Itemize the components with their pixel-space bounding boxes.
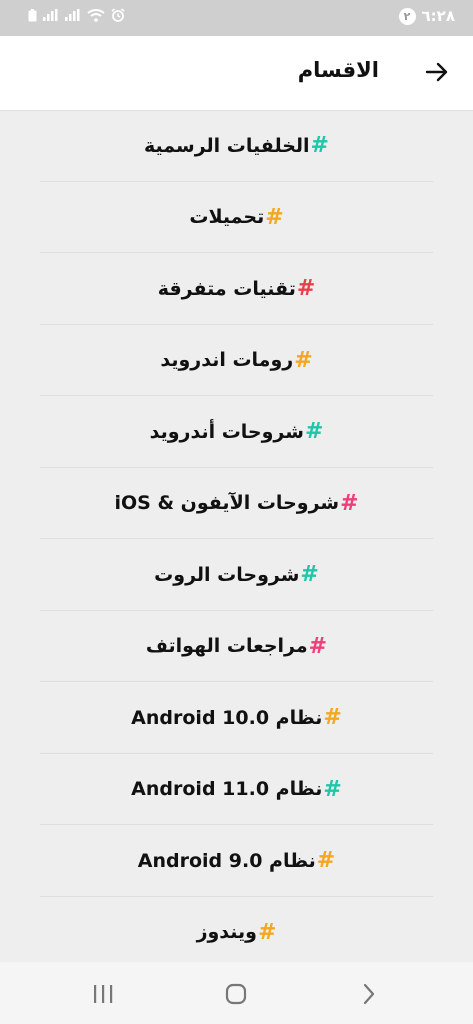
category-label: شروحات الروت <box>154 563 300 586</box>
recent-apps-icon <box>94 985 113 1003</box>
category-label: نظام Android 10.0 <box>131 706 323 729</box>
hash-icon: # <box>294 347 313 373</box>
category-label: ويندوز <box>196 921 257 944</box>
category-item[interactable]: # شروحات الروت <box>0 539 473 611</box>
back-button[interactable] <box>421 56 453 88</box>
page-title: الاقسام <box>297 58 379 82</box>
home-icon <box>225 983 247 1005</box>
category-label: تحميلات <box>189 206 265 229</box>
home-button[interactable] <box>221 980 251 1008</box>
hash-icon: # <box>340 490 359 516</box>
status-right: ٦:٢٨ ٢ <box>398 7 455 25</box>
navigation-bar <box>0 962 473 1024</box>
nav-back-button[interactable] <box>354 980 384 1008</box>
category-label: رومات اندرويد <box>160 349 294 372</box>
status-icons <box>28 8 125 22</box>
category-label: نظام Android 9.0 <box>137 849 316 872</box>
signal-icon <box>43 9 58 21</box>
category-label: شروحات الآيفون & iOS <box>114 492 340 515</box>
category-item[interactable]: # ويندوز <box>0 897 473 969</box>
category-item[interactable]: # نظام Android 11.0 <box>0 754 473 826</box>
battery-icon <box>28 8 37 21</box>
hash-icon: # <box>323 705 342 731</box>
category-list: # الخلفيات الرسمية # تحميلات # تقنيات متفرق… <box>0 110 473 968</box>
hash-icon: # <box>296 276 316 302</box>
hash-icon: # <box>300 562 319 588</box>
category-item[interactable]: # نظام Android 10.0 <box>0 682 473 754</box>
category-item[interactable]: # رومات اندرويد <box>0 325 473 397</box>
category-item[interactable]: # نظام Android 9.0 <box>0 825 473 897</box>
status-time: ٦:٢٨ <box>421 7 455 25</box>
category-item[interactable]: # تحميلات <box>0 182 473 254</box>
category-item[interactable]: # شروحات الآيفون & iOS <box>0 468 473 540</box>
wifi-icon <box>87 8 105 22</box>
category-label: شروحات أندرويد <box>149 420 304 443</box>
hash-icon: # <box>316 848 336 874</box>
hash-icon: # <box>258 919 277 945</box>
recent-apps-button[interactable] <box>88 980 118 1008</box>
category-label: مراجعات الهواتف <box>145 635 308 658</box>
chevron-right-icon <box>363 983 375 1005</box>
alarm-icon <box>111 8 125 22</box>
category-label: الخلفيات الرسمية <box>144 134 310 157</box>
hash-icon: # <box>308 633 328 659</box>
signal-icon <box>65 9 80 21</box>
notification-badge: ٢ <box>398 7 416 25</box>
app-bar: الاقسام <box>0 36 473 111</box>
category-label: تقنيات متفرقة <box>157 277 296 300</box>
category-item[interactable]: # شروحات أندرويد <box>0 396 473 468</box>
category-label: نظام Android 11.0 <box>131 778 323 801</box>
status-bar: ٦:٢٨ ٢ <box>0 0 473 36</box>
category-item[interactable]: # مراجعات الهواتف <box>0 611 473 683</box>
hash-icon: # <box>310 133 329 159</box>
category-item[interactable]: # الخلفيات الرسمية <box>0 110 473 182</box>
category-item[interactable]: # تقنيات متفرقة <box>0 253 473 325</box>
hash-icon: # <box>304 419 324 445</box>
hash-icon: # <box>323 776 342 802</box>
arrow-right-icon <box>425 62 448 82</box>
hash-icon: # <box>265 204 284 230</box>
